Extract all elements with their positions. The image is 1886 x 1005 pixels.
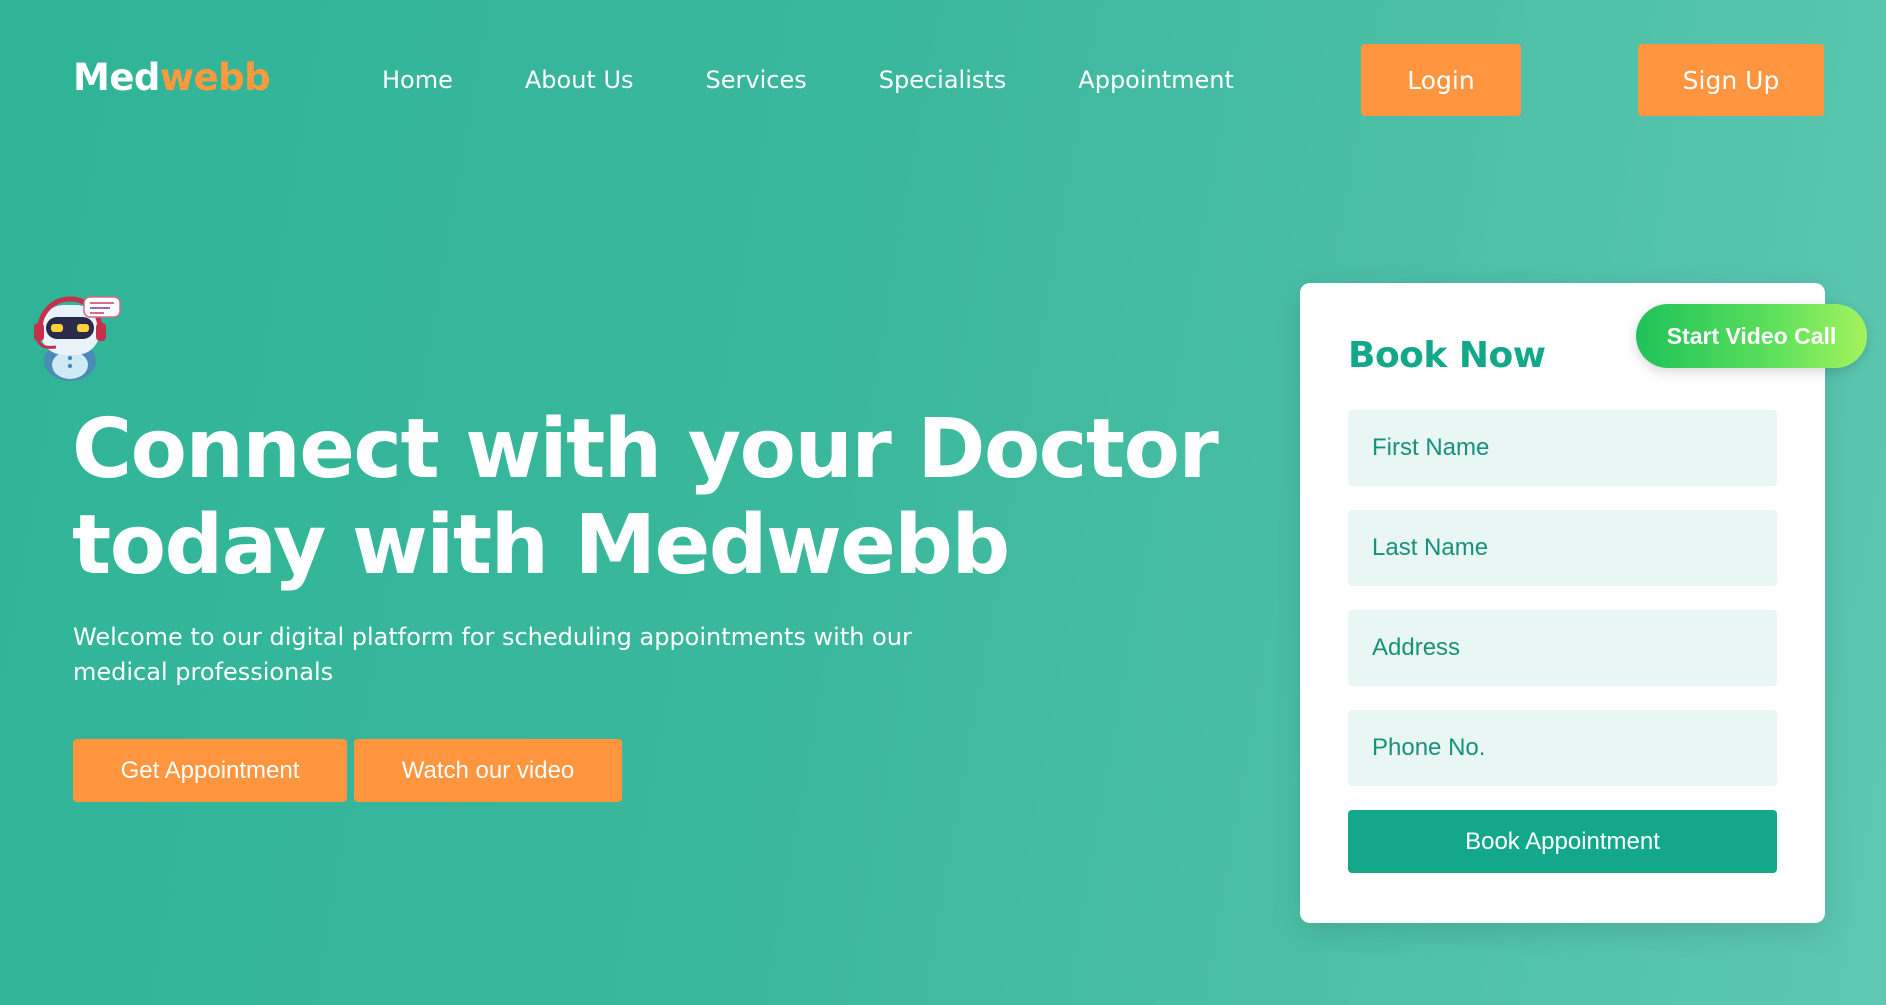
chatbot-launcher[interactable] <box>30 295 122 381</box>
nav-link-services[interactable]: Services <box>706 66 807 94</box>
brand-logo-part-a: Med <box>73 56 160 99</box>
address-input[interactable] <box>1348 610 1777 686</box>
hero-title-line-2: today with Medwebb <box>72 498 1010 593</box>
booking-title: Book Now <box>1348 335 1546 376</box>
hero-subtitle-line-1: Welcome to our digital platform for sche… <box>73 623 912 651</box>
nav-link-about-us[interactable]: About Us <box>525 66 634 94</box>
nav-link-specialists[interactable]: Specialists <box>879 66 1007 94</box>
robot-assistant-icon <box>34 296 121 381</box>
last-name-input[interactable] <box>1348 510 1777 586</box>
login-button[interactable]: Login <box>1361 44 1521 116</box>
main-nav: Home About Us Services Specialists Appoi… <box>382 62 1234 98</box>
book-appointment-button[interactable]: Book Appointment <box>1348 810 1777 873</box>
booking-card: Book Now Book Appointment <box>1300 283 1825 923</box>
first-name-input[interactable] <box>1348 410 1777 486</box>
signup-button[interactable]: Sign Up <box>1638 44 1824 116</box>
phone-input[interactable] <box>1348 710 1777 786</box>
watch-video-button[interactable]: Watch our video <box>354 739 622 802</box>
hero-title: Connect with your Doctor today with Medw… <box>72 402 1272 594</box>
start-video-call-button[interactable]: Start Video Call <box>1636 304 1867 368</box>
get-appointment-button[interactable]: Get Appointment <box>73 739 347 802</box>
brand-logo-part-b: webb <box>159 56 271 99</box>
hero-subtitle: Welcome to our digital platform for sche… <box>73 620 973 690</box>
brand-logo[interactable]: Medwebb <box>73 56 271 100</box>
nav-link-appointment[interactable]: Appointment <box>1078 66 1234 94</box>
hero-title-line-1: Connect with your Doctor <box>72 402 1219 497</box>
navbar: Medwebb Home About Us Services Specialis… <box>0 0 1886 160</box>
nav-link-home[interactable]: Home <box>382 66 453 94</box>
hero-subtitle-line-2: medical professionals <box>73 658 334 686</box>
